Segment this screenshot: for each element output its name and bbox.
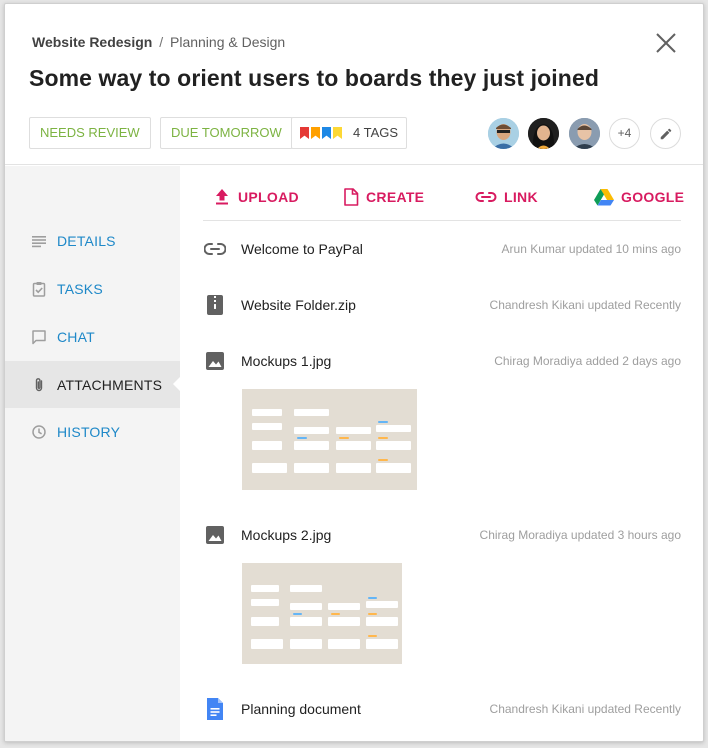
- close-button[interactable]: [653, 30, 679, 56]
- google-doc-icon: [207, 698, 223, 720]
- upload-button[interactable]: UPLOAD: [213, 179, 299, 215]
- attachment-icon: [35, 377, 43, 391]
- more-members-button[interactable]: +4: [609, 118, 640, 149]
- tasks-icon: [32, 281, 46, 297]
- attachment-meta: Chirag Moradiya added 2 days ago: [494, 354, 681, 368]
- history-icon: [32, 424, 46, 439]
- breadcrumb: Website Redesign / Planning & Design: [32, 34, 285, 50]
- tags-chip[interactable]: 4 TAGS: [291, 117, 408, 149]
- page-title: Some way to orient users to boards they …: [29, 65, 599, 91]
- sidebar-item-label: HISTORY: [57, 423, 121, 440]
- zip-icon: [207, 295, 223, 315]
- avatar[interactable]: [569, 118, 600, 149]
- due-tomorrow-chip[interactable]: DUE TOMORROW: [160, 117, 293, 149]
- create-label: CREATE: [366, 189, 425, 205]
- attachment-meta: Chandresh Kikani updated Recently: [489, 702, 681, 716]
- sidebar-item-chat[interactable]: CHAT: [5, 313, 180, 360]
- link-button[interactable]: LINK: [475, 179, 538, 215]
- dialog-header: Website Redesign / Planning & Design Som…: [5, 4, 703, 165]
- upload-label: UPLOAD: [238, 189, 299, 205]
- attachment-name[interactable]: Planning document: [241, 701, 361, 717]
- breadcrumb-separator: /: [159, 34, 164, 50]
- attachment-name[interactable]: Welcome to PayPal: [241, 241, 363, 257]
- attachment-row[interactable]: Welcome to PayPal Arun Kumar updated 10 …: [203, 237, 681, 261]
- attachment-name[interactable]: Mockups 2.jpg: [241, 527, 331, 543]
- attachment-meta: Arun Kumar updated 10 mins ago: [501, 242, 681, 256]
- sidebar-item-details[interactable]: DETAILS: [5, 217, 180, 264]
- needs-review-chip[interactable]: NEEDS REVIEW: [29, 117, 151, 149]
- tags-count-label: 4 TAGS: [353, 125, 399, 140]
- breadcrumb-section[interactable]: Planning & Design: [170, 34, 285, 50]
- avatar[interactable]: [488, 118, 519, 149]
- sidebar-item-label: TASKS: [57, 280, 103, 297]
- attachment-row[interactable]: Planning document Chandresh Kikani updat…: [203, 697, 681, 721]
- attachment-row[interactable]: Mockups 1.jpg Chirag Moradiya added 2 da…: [203, 349, 681, 373]
- link-icon: [204, 243, 226, 255]
- attachment-row[interactable]: Mockups 2.jpg Chirag Moradiya updated 3 …: [203, 523, 681, 547]
- sidebar-item-tasks[interactable]: TASKS: [5, 265, 180, 312]
- sidebar-item-label: DETAILS: [57, 232, 116, 249]
- create-button[interactable]: CREATE: [343, 179, 424, 215]
- sidebar-item-label: CHAT: [57, 328, 95, 345]
- tag-flag-icon: [300, 127, 309, 139]
- tag-flag-icon: [311, 127, 320, 139]
- link-icon: [475, 192, 497, 202]
- sidebar: DETAILS TASKS CHAT ATTACHMENTS HISTORY: [5, 166, 181, 741]
- avatar[interactable]: [528, 118, 559, 149]
- attachment-meta: Chirag Moradiya updated 3 hours ago: [479, 528, 681, 542]
- edit-button[interactable]: [650, 118, 681, 149]
- details-icon: [32, 235, 46, 247]
- sidebar-item-label: ATTACHMENTS: [57, 376, 163, 393]
- link-label: LINK: [504, 189, 538, 205]
- mockups-2-thumbnail[interactable]: [242, 563, 402, 664]
- attachment-name[interactable]: Website Folder.zip: [241, 297, 356, 313]
- upload-icon: [216, 189, 228, 205]
- attachment-meta: Chandresh Kikani updated Recently: [489, 298, 681, 312]
- chat-icon: [32, 329, 46, 344]
- mockups-1-thumbnail[interactable]: [242, 389, 417, 490]
- document-icon: [344, 188, 359, 206]
- attachment-actions: UPLOAD CREATE LINK GOOGLE: [203, 179, 684, 221]
- google-drive-button[interactable]: GOOGLE: [594, 179, 684, 215]
- sidebar-item-attachments[interactable]: ATTACHMENTS: [5, 361, 181, 408]
- google-label: GOOGLE: [621, 189, 685, 205]
- image-icon: [206, 526, 224, 544]
- pencil-icon: [660, 128, 671, 139]
- attachment-name[interactable]: Mockups 1.jpg: [241, 353, 331, 369]
- google-drive-icon: [594, 189, 614, 206]
- sidebar-item-history[interactable]: HISTORY: [5, 408, 180, 455]
- close-icon: [656, 33, 676, 53]
- card-detail-dialog: Website Redesign / Planning & Design Som…: [4, 3, 704, 742]
- attachment-row[interactable]: Website Folder.zip Chandresh Kikani upda…: [203, 293, 681, 317]
- breadcrumb-project[interactable]: Website Redesign: [32, 34, 152, 50]
- tag-flag-icon: [322, 127, 331, 139]
- tag-flag-icon: [333, 127, 342, 139]
- image-icon: [206, 352, 224, 370]
